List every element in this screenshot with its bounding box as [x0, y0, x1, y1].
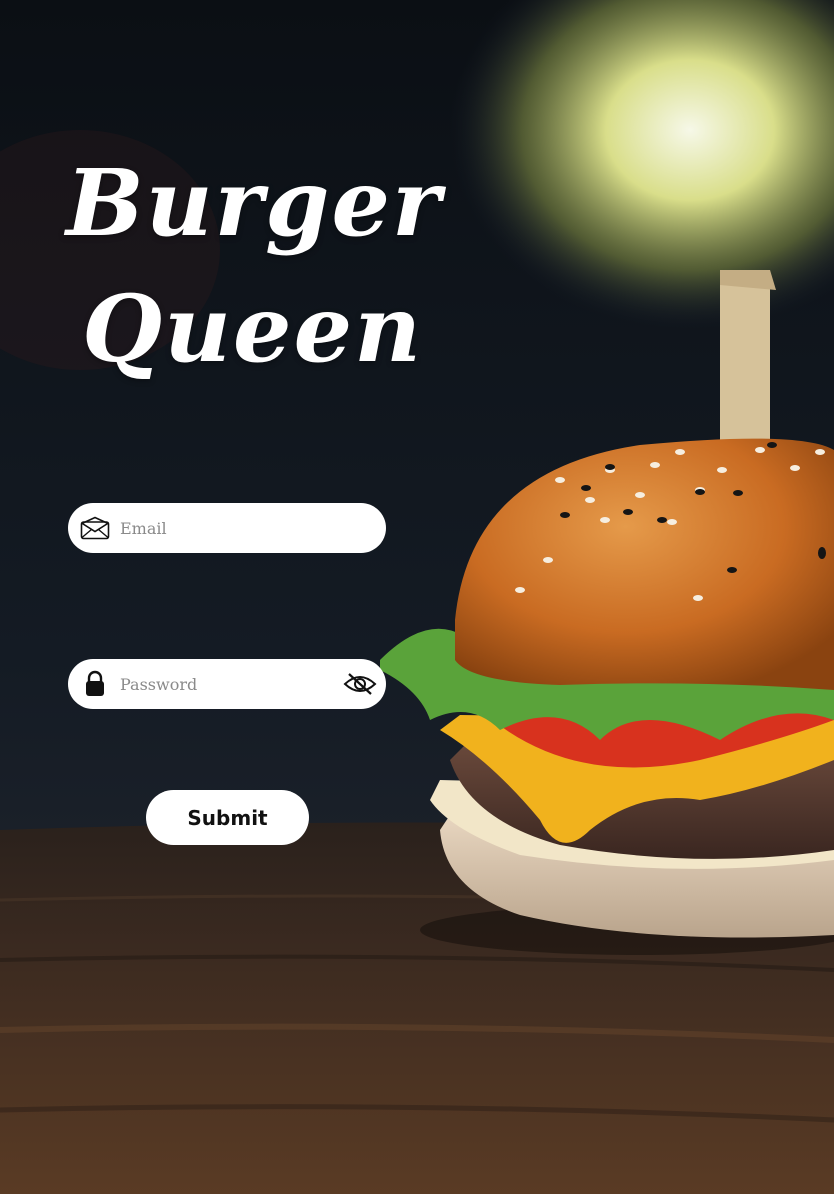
password-input[interactable] — [120, 659, 336, 709]
brand-title: Burger Queen — [66, 140, 486, 392]
lock-icon — [78, 659, 112, 709]
email-field — [68, 503, 386, 553]
envelope-icon — [78, 503, 112, 553]
email-input[interactable] — [120, 503, 336, 553]
password-field — [68, 659, 386, 709]
brand-title-line2: Queen — [82, 275, 423, 383]
submit-button[interactable]: Submit — [146, 790, 309, 845]
brand-title-line1: Burger — [66, 149, 443, 257]
eye-off-icon[interactable] — [342, 659, 378, 709]
